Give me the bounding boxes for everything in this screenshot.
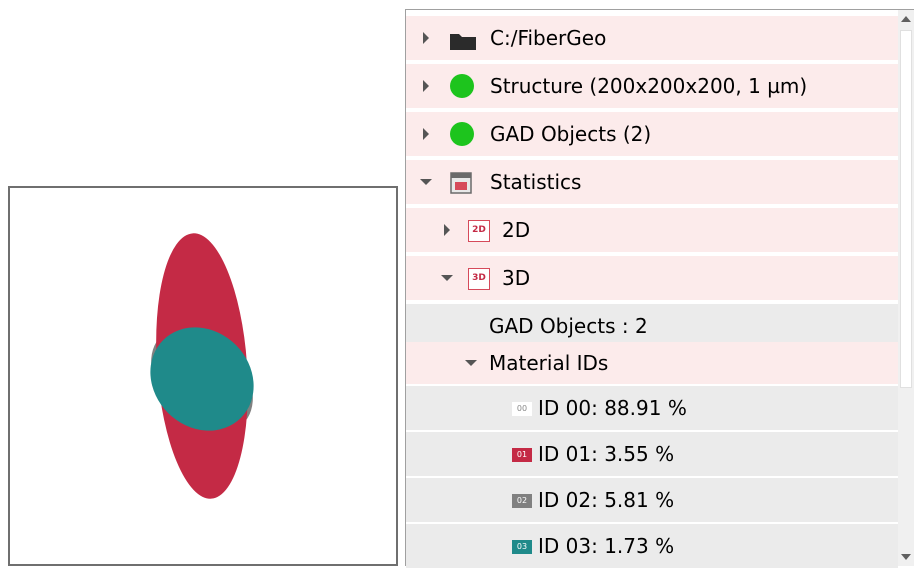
tree-item-label: GAD Objects : 2 [489,314,648,338]
material-label: ID 00: 88.91 % [538,396,687,420]
badge-2d-icon: 2D [468,220,490,242]
tree-item-label: Structure (200x200x200, 1 µm) [490,74,808,98]
structure-slice-image [150,233,254,499]
scroll-down-arrow-icon[interactable] [901,554,911,560]
material-item-03[interactable]: 03 ID 03: 1.73 % [406,524,898,570]
structure-preview [8,186,398,566]
scroll-up-arrow-icon[interactable] [901,16,911,22]
tree-item-label: GAD Objects (2) [490,122,652,146]
badge-3d-icon: 3D [468,268,490,290]
status-green-icon [450,122,474,146]
tree-item-stats-2d[interactable]: 2D 2D [406,208,898,254]
expand-arrow-icon[interactable] [423,32,429,44]
collapse-arrow-icon[interactable] [420,179,432,185]
statistics-icon [450,172,472,194]
material-swatch-03-icon: 03 [512,540,532,554]
material-swatch-01-icon: 01 [512,448,532,462]
tree-item-statistics[interactable]: Statistics [406,160,898,206]
tree-item-structure[interactable]: Structure (200x200x200, 1 µm) [406,64,898,110]
material-item-02[interactable]: 02 ID 02: 5.81 % [406,478,898,524]
tree-item-gad-objects[interactable]: GAD Objects (2) [406,112,898,158]
tree-item-label: Material IDs [489,351,609,375]
material-label: ID 01: 3.55 % [538,442,675,466]
collapse-arrow-icon[interactable] [441,275,453,281]
expand-arrow-icon[interactable] [444,224,450,236]
material-label: ID 02: 5.81 % [538,488,675,512]
tree-item-label: Statistics [490,170,582,194]
folder-icon [450,31,476,50]
collapse-arrow-icon[interactable] [465,360,477,366]
tree-item-label: C:/FiberGeo [490,26,607,50]
material-swatch-00-icon: 00 [512,402,532,416]
material-swatch-02-icon: 02 [512,494,532,508]
tree-item-material-ids[interactable]: Material IDs [406,342,898,386]
material-item-00[interactable]: 00 ID 00: 88.91 % [406,386,898,432]
expand-arrow-icon[interactable] [423,128,429,140]
status-green-icon [450,74,474,98]
tree-item-root-folder[interactable]: C:/FiberGeo [406,16,898,62]
tree-item-label: 3D [502,266,531,290]
material-item-01[interactable]: 01 ID 01: 3.55 % [406,432,898,478]
material-label: ID 03: 1.73 % [538,534,675,558]
teal-ellipse [150,327,254,431]
expand-arrow-icon[interactable] [423,80,429,92]
tree-item-stats-3d[interactable]: 3D 3D [406,256,898,302]
tree-item-label: 2D [502,218,531,242]
scrollbar-thumb[interactable] [900,30,912,388]
vertical-scrollbar[interactable] [898,10,914,566]
project-tree: C:/FiberGeo Structure (200x200x200, 1 µm… [405,9,914,570]
